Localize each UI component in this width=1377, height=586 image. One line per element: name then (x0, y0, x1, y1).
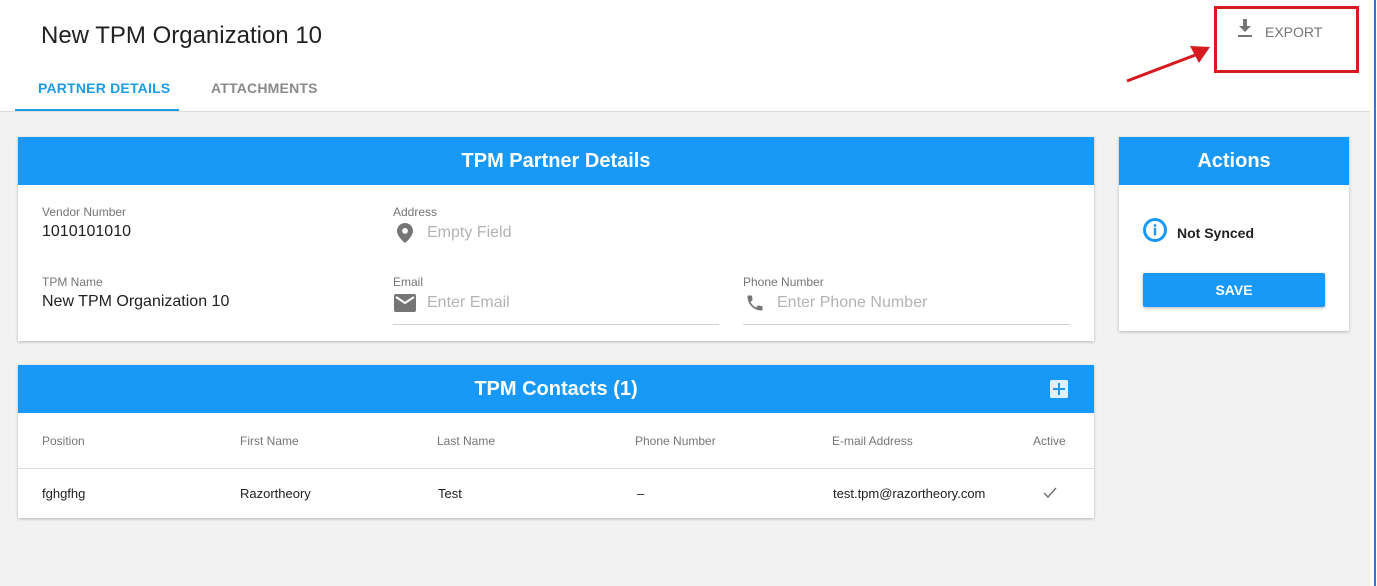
email-underline (393, 324, 719, 325)
vendor-number-value: 1010101010 (42, 223, 131, 240)
tpm-name-field: TPM Name New TPM Organization 10 (42, 275, 229, 311)
cell-first-name: Razortheory (240, 486, 311, 501)
cell-phone: – (637, 486, 645, 501)
page-title: New TPM Organization 10 (41, 22, 323, 49)
annotation-highlight-box (1214, 6, 1359, 73)
partner-details-title: TPM Partner Details (18, 137, 1094, 185)
mail-icon (393, 291, 417, 315)
save-button[interactable]: SAVE (1143, 273, 1325, 307)
actions-card: Actions Not Synced SAVE (1119, 137, 1349, 331)
tab-attachments[interactable]: ATTACHMENTS (211, 80, 318, 96)
column-header-email-address[interactable]: E-mail Address (832, 434, 913, 448)
check-icon (1043, 487, 1057, 502)
phone-number-input[interactable]: Enter Phone Number (777, 294, 927, 312)
vendor-number-label: Vendor Number (42, 205, 127, 219)
address-field: Address Empty Field (393, 205, 511, 245)
info-icon (1143, 218, 1167, 247)
vendor-number-field: Vendor Number 1010101010 (42, 205, 131, 241)
column-header-active[interactable]: Active (1033, 434, 1066, 448)
active-tab-indicator (15, 109, 179, 111)
sync-status-label: Not Synced (1177, 224, 1255, 241)
window-edge (1370, 0, 1377, 586)
page-header: New TPM Organization 10 PARTNER DETAILS … (0, 0, 1370, 112)
email-input[interactable]: Enter Email (427, 294, 510, 312)
add-contact-button[interactable] (1050, 380, 1068, 398)
tab-partner-details[interactable]: PARTNER DETAILS (38, 80, 170, 96)
column-header-first-name[interactable]: First Name (240, 434, 299, 448)
phone-number-label: Phone Number (743, 275, 824, 289)
cell-email: test.tpm@razortheory.com (833, 486, 986, 501)
column-header-last-name[interactable]: Last Name (437, 434, 495, 448)
cell-last-name: Test (438, 486, 462, 501)
add-box-icon (1050, 380, 1068, 398)
tpm-name-label: TPM Name (42, 275, 103, 289)
phone-underline (743, 324, 1070, 325)
location-pin-icon (393, 221, 417, 245)
contacts-header: TPM Contacts (1) (18, 365, 1094, 413)
phone-icon (743, 291, 767, 315)
cell-position: fghgfhg (42, 486, 86, 501)
table-header-divider (18, 468, 1094, 469)
address-label: Address (393, 205, 438, 219)
partner-details-card: TPM Partner Details Vendor Number 101010… (18, 137, 1094, 341)
email-label: Email (393, 275, 424, 289)
column-header-position[interactable]: Position (42, 434, 85, 448)
actions-title: Actions (1119, 137, 1349, 185)
address-value: Empty Field (427, 224, 512, 241)
sync-status: Not Synced (1143, 218, 1254, 247)
annotation-arrow-icon (1126, 46, 1210, 83)
phone-number-field[interactable]: Phone Number Enter Phone Number (743, 275, 1070, 325)
contacts-card: TPM Contacts (1) Position First Name Las… (18, 365, 1094, 518)
email-field[interactable]: Email Enter Email (393, 275, 719, 325)
tpm-name-value: New TPM Organization 10 (42, 293, 230, 310)
contacts-title: TPM Contacts (1) (474, 377, 638, 400)
column-header-phone-number[interactable]: Phone Number (635, 434, 716, 448)
